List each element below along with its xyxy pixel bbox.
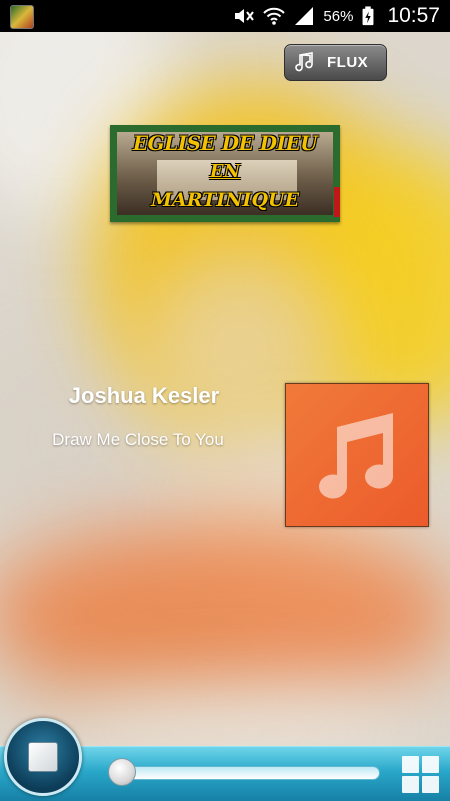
mute-icon xyxy=(235,9,255,23)
logo-line-1: EGLISE DE DIEU xyxy=(132,131,318,155)
battery-percent: 56% xyxy=(323,7,354,25)
grid-icon[interactable] xyxy=(402,756,440,794)
track-title: Draw Me Close To You xyxy=(52,430,224,449)
battery-charging-icon xyxy=(362,6,374,26)
stop-icon xyxy=(28,742,58,772)
clock: 10:57 xyxy=(387,4,440,27)
logo-line-2: EN xyxy=(209,161,241,182)
logo-line-3: MARTINIQUE xyxy=(150,189,300,211)
church-logo: EGLISE DE DIEU EN MARTINIQUE xyxy=(110,125,340,222)
seek-handle[interactable] xyxy=(108,758,136,786)
signal-icon xyxy=(295,7,314,25)
music-note-icon xyxy=(295,51,313,71)
album-art xyxy=(285,383,429,527)
flux-label: FLUX xyxy=(327,54,369,71)
seek-bar[interactable] xyxy=(112,766,380,780)
wifi-icon xyxy=(263,7,286,25)
status-bar: 56% 10:57 xyxy=(0,0,450,32)
artist-name: Joshua Kesler xyxy=(68,383,220,408)
flux-button[interactable]: FLUX xyxy=(284,44,387,81)
stop-button[interactable] xyxy=(4,718,82,796)
music-note-icon xyxy=(319,413,393,499)
app-thumbnail-icon xyxy=(10,5,34,29)
